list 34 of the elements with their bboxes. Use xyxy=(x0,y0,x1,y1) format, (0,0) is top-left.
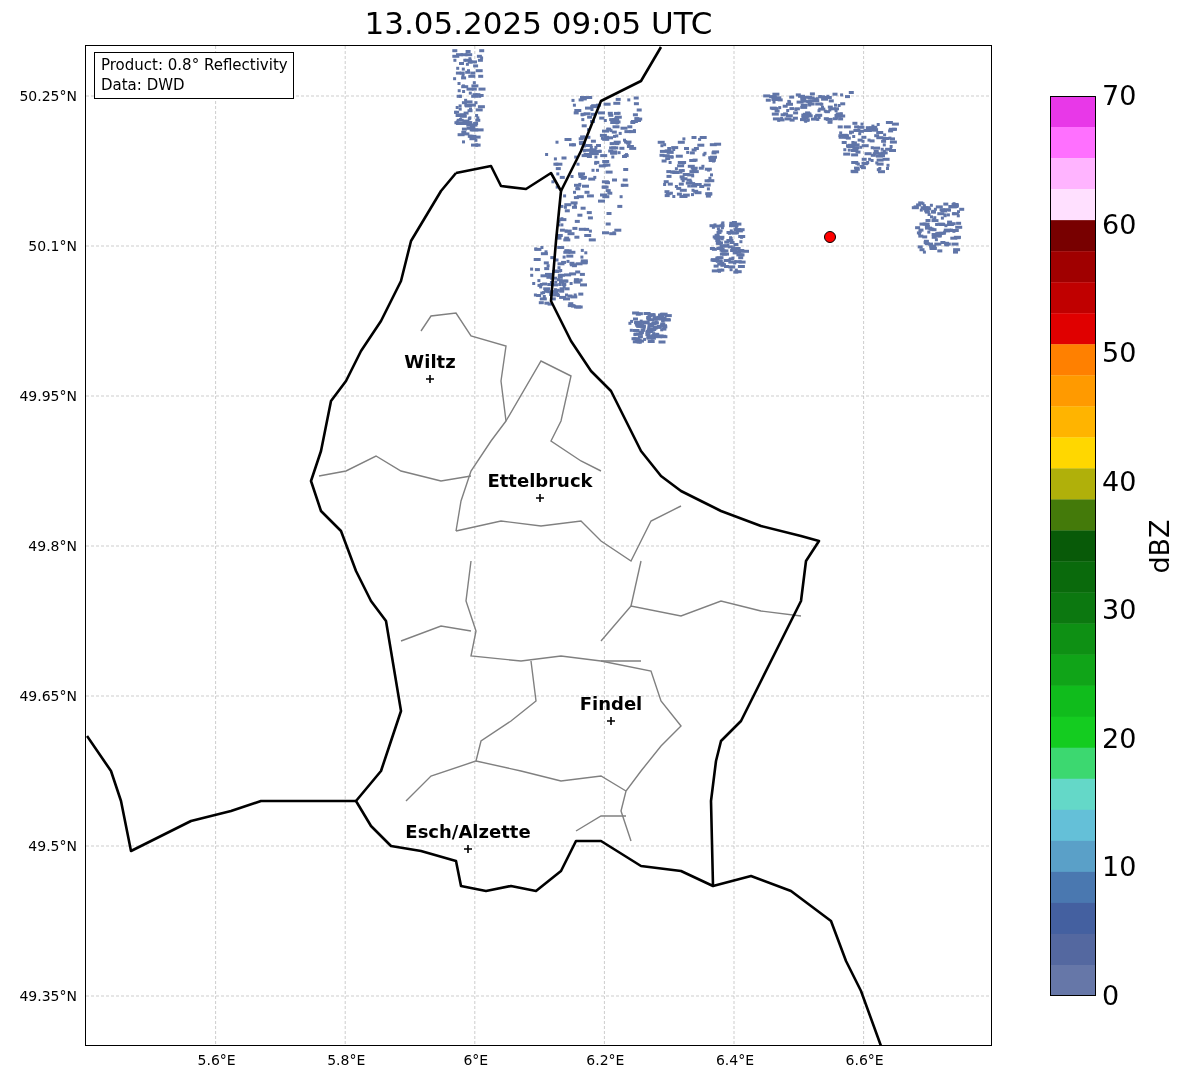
colorbar-tick-label: 20 xyxy=(1102,723,1137,754)
legend-text: Data: DWD xyxy=(101,75,186,95)
city-marker xyxy=(425,374,435,384)
city-marker xyxy=(535,493,545,503)
x-axis-tick-label: 6.2°E xyxy=(586,1052,625,1068)
colorbar-tick-label: 10 xyxy=(1102,852,1137,883)
y-axis-tick-label: 49.35°N xyxy=(19,988,77,1004)
chart-title: 13.05.2025 09:05 UTC xyxy=(364,4,713,41)
x-axis-tick-label: 5.6°E xyxy=(197,1052,236,1068)
colorbar-tick-label: 60 xyxy=(1102,209,1137,240)
x-axis-tick-label: 6.4°E xyxy=(715,1052,755,1068)
legend-text: Product: 0.8° Reflectivity xyxy=(101,55,288,75)
x-axis-tick-label: 6.6°E xyxy=(845,1052,884,1068)
colorbar-tick-label: 40 xyxy=(1102,466,1137,497)
y-axis-tick-label: 49.95°N xyxy=(19,388,77,404)
colorbar-tick-label: 50 xyxy=(1102,338,1137,369)
city-label: Ettelbruck xyxy=(487,471,593,491)
city-label: Findel xyxy=(579,694,643,714)
city-label: Wiltz xyxy=(404,352,456,372)
city-marker xyxy=(463,844,473,854)
x-axis-tick-label: 5.8°E xyxy=(327,1052,366,1068)
y-axis-tick-label: 49.8°N xyxy=(28,538,77,554)
city-label: Esch/Alzette xyxy=(405,822,531,842)
colorbar-tick-label: 70 xyxy=(1102,81,1137,111)
colorbar-tick-label: 0 xyxy=(1102,981,1120,1011)
colorbar-tick-label: 30 xyxy=(1102,595,1137,626)
y-axis-tick-label: 49.65°N xyxy=(19,688,77,704)
radar-site-marker xyxy=(824,231,836,243)
y-axis-tick-label: 50.25°N xyxy=(19,88,77,104)
city-marker xyxy=(606,716,616,726)
y-axis-tick-label: 49.5°N xyxy=(28,838,77,854)
x-axis-tick-label: 6°E xyxy=(463,1052,489,1068)
y-axis-tick-label: 50.1°N xyxy=(28,238,77,254)
colorbar-label: dBZ xyxy=(1143,518,1175,574)
